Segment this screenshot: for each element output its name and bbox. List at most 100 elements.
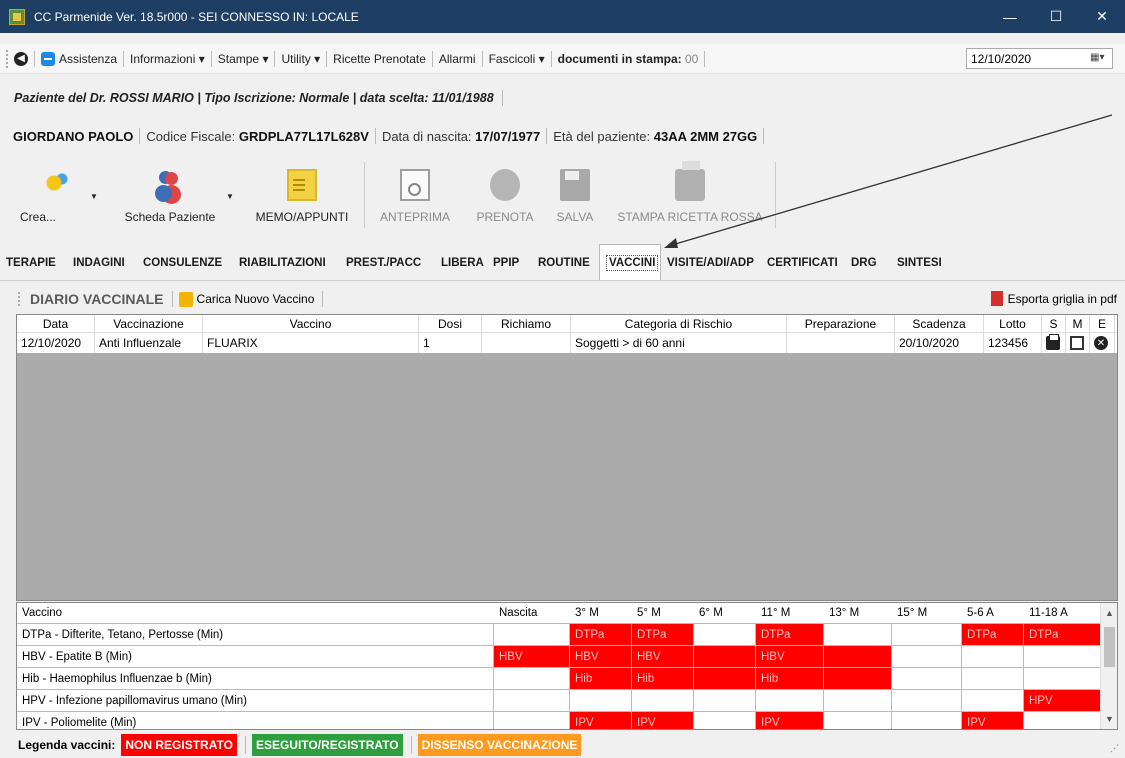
schedule-cell[interactable]: IPV [570,712,632,729]
salva-button[interactable]: SALVA [545,158,605,232]
stampa-ricetta-button[interactable]: STAMPA RICETTA ROSSA [605,158,775,232]
schedule-cell[interactable] [824,646,892,667]
schedule-cell[interactable] [824,712,892,729]
schedule-cell[interactable] [632,690,694,711]
schedule-cell[interactable] [824,690,892,711]
record-header-cell[interactable]: M [1066,315,1090,332]
resize-grip[interactable]: ⋰ [1110,743,1119,754]
record-header-cell[interactable]: Richiamo [482,315,571,332]
menu-assistenza[interactable]: Assistenza [35,51,123,66]
record-header-cell[interactable]: Dosi [419,315,482,332]
record-header-cell[interactable]: E [1090,315,1115,332]
menu-stampe[interactable]: Stampe ▾ [212,52,275,66]
schedule-cell[interactable]: DTPa [1024,624,1102,645]
schedule-cell[interactable] [824,668,892,689]
schedule-cell[interactable]: Hib [756,668,824,689]
schedule-cell[interactable] [1024,712,1102,729]
tab-certificati[interactable]: CERTIFICATI [761,246,845,280]
schedule-cell[interactable] [962,668,1024,689]
schedule-row[interactable]: IPV - Poliomelite (Min) IPV IPV IPV IPV [17,712,1117,729]
scroll-down-icon[interactable]: ▼ [1101,711,1117,727]
schedule-row[interactable]: Hib - Haemophilus Influenzae b (Min) Hib H… [17,668,1117,690]
scroll-up-icon[interactable]: ▲ [1101,605,1117,621]
record-header-cell[interactable]: Vaccino [203,315,419,332]
menu-allarmi[interactable]: Allarmi [433,52,482,66]
menu-utility[interactable]: Utility ▾ [275,52,326,66]
record-header-cell[interactable]: Data [17,315,95,332]
schedule-cell[interactable]: HBV [570,646,632,667]
export-pdf-button[interactable]: Esporta griglia in pdf [990,291,1117,306]
schedule-row[interactable]: HBV - Epatite B (Min) HBV HBV HBV HBV [17,646,1117,668]
schedule-cell[interactable]: HPV [1024,690,1102,711]
tab-sintesi[interactable]: SINTESI [891,246,951,280]
tab-vaccini[interactable]: VACCINI [599,244,661,280]
schedule-cell[interactable] [962,690,1024,711]
load-vaccine-button[interactable]: Carica Nuovo Vaccino [178,291,314,307]
tab-indagini[interactable]: INDAGINI [67,246,137,280]
edit-icon[interactable] [1070,336,1084,350]
schedule-scrollbar[interactable]: ▲ ▼ [1100,603,1117,729]
tab-prest-pacc[interactable]: PREST./PACC [340,246,435,280]
anteprima-button[interactable]: ANTEPRIMA [365,158,465,232]
tab-terapie[interactable]: TERAPIE [0,246,67,280]
delete-icon[interactable]: ✕ [1094,336,1108,350]
schedule-cell[interactable] [694,668,756,689]
menu-fascicoli[interactable]: Fascicoli ▾ [483,52,551,66]
record-header-cell[interactable]: Categoria di Rischio [571,315,787,332]
minimize-button[interactable]: — [987,0,1033,33]
schedule-cell[interactable]: HBV [632,646,694,667]
schedule-cell[interactable] [1024,668,1102,689]
schedule-cell[interactable]: HBV [494,646,570,667]
tab-visite-adi-adp[interactable]: VISITE/ADI/ADP [661,246,761,280]
schedule-cell[interactable] [494,624,570,645]
schedule-cell[interactable] [694,624,756,645]
schedule-cell[interactable]: Hib [570,668,632,689]
schedule-row[interactable]: DTPa - Difterite, Tetano, Pertosse (Min)… [17,624,1117,646]
schedule-cell[interactable] [756,690,824,711]
schedule-cell[interactable] [494,712,570,729]
schedule-cell[interactable] [892,668,962,689]
schedule-row[interactable]: HPV - Infezione papillomavirus umano (Mi… [17,690,1117,712]
date-picker[interactable]: 12/10/2020 ▦▾ [966,48,1113,69]
schedule-cell[interactable]: DTPa [756,624,824,645]
back-icon[interactable]: ◀ [14,51,28,66]
tab-routine[interactable]: ROUTINE [532,246,599,280]
record-header-cell[interactable]: Scadenza [895,315,984,332]
record-row[interactable]: 12/10/2020 Anti Influenzale FLUARIX 1 Sogget… [17,333,1117,353]
schedule-cell[interactable] [694,712,756,729]
scroll-thumb[interactable] [1104,627,1115,667]
record-header-cell[interactable]: Vaccinazione [95,315,203,332]
schedule-cell[interactable] [494,668,570,689]
schedule-cell[interactable]: IPV [632,712,694,729]
schedule-cell[interactable]: DTPa [570,624,632,645]
tab-libera[interactable]: LIBERA [435,246,487,280]
record-header-cell[interactable]: S [1042,315,1066,332]
menu-ricette-prenotate[interactable]: Ricette Prenotate [327,52,432,66]
schedule-cell[interactable]: IPV [962,712,1024,729]
schedule-cell[interactable]: HBV [756,646,824,667]
tab-consulenze[interactable]: CONSULENZE [137,246,233,280]
schedule-cell[interactable]: Hib [632,668,694,689]
schedule-cell[interactable]: DTPa [632,624,694,645]
schedule-cell[interactable] [892,690,962,711]
schedule-cell[interactable] [1024,646,1102,667]
tab-riabilitazioni[interactable]: RIABILITAZIONI [233,246,340,280]
scheda-paziente-button[interactable]: ▼ Scheda Paziente [100,158,240,232]
memo-button[interactable]: MEMO/APPUNTI [240,158,364,232]
record-header-cell[interactable]: Lotto [984,315,1042,332]
schedule-cell[interactable] [694,646,756,667]
schedule-cell[interactable] [494,690,570,711]
maximize-button[interactable]: ☐ [1033,0,1079,33]
schedule-cell[interactable] [892,624,962,645]
schedule-cell[interactable] [824,624,892,645]
schedule-cell[interactable] [892,646,962,667]
crea-button[interactable]: ▼ Crea... [10,158,100,232]
prenota-button[interactable]: PRENOTA [465,158,545,232]
print-icon[interactable] [1046,334,1060,350]
schedule-cell[interactable] [892,712,962,729]
schedule-cell[interactable]: DTPa [962,624,1024,645]
schedule-cell[interactable]: IPV [756,712,824,729]
menu-informazioni[interactable]: Informazioni ▾ [124,52,211,66]
tab-ppip[interactable]: PPIP [487,246,532,280]
schedule-cell[interactable] [570,690,632,711]
